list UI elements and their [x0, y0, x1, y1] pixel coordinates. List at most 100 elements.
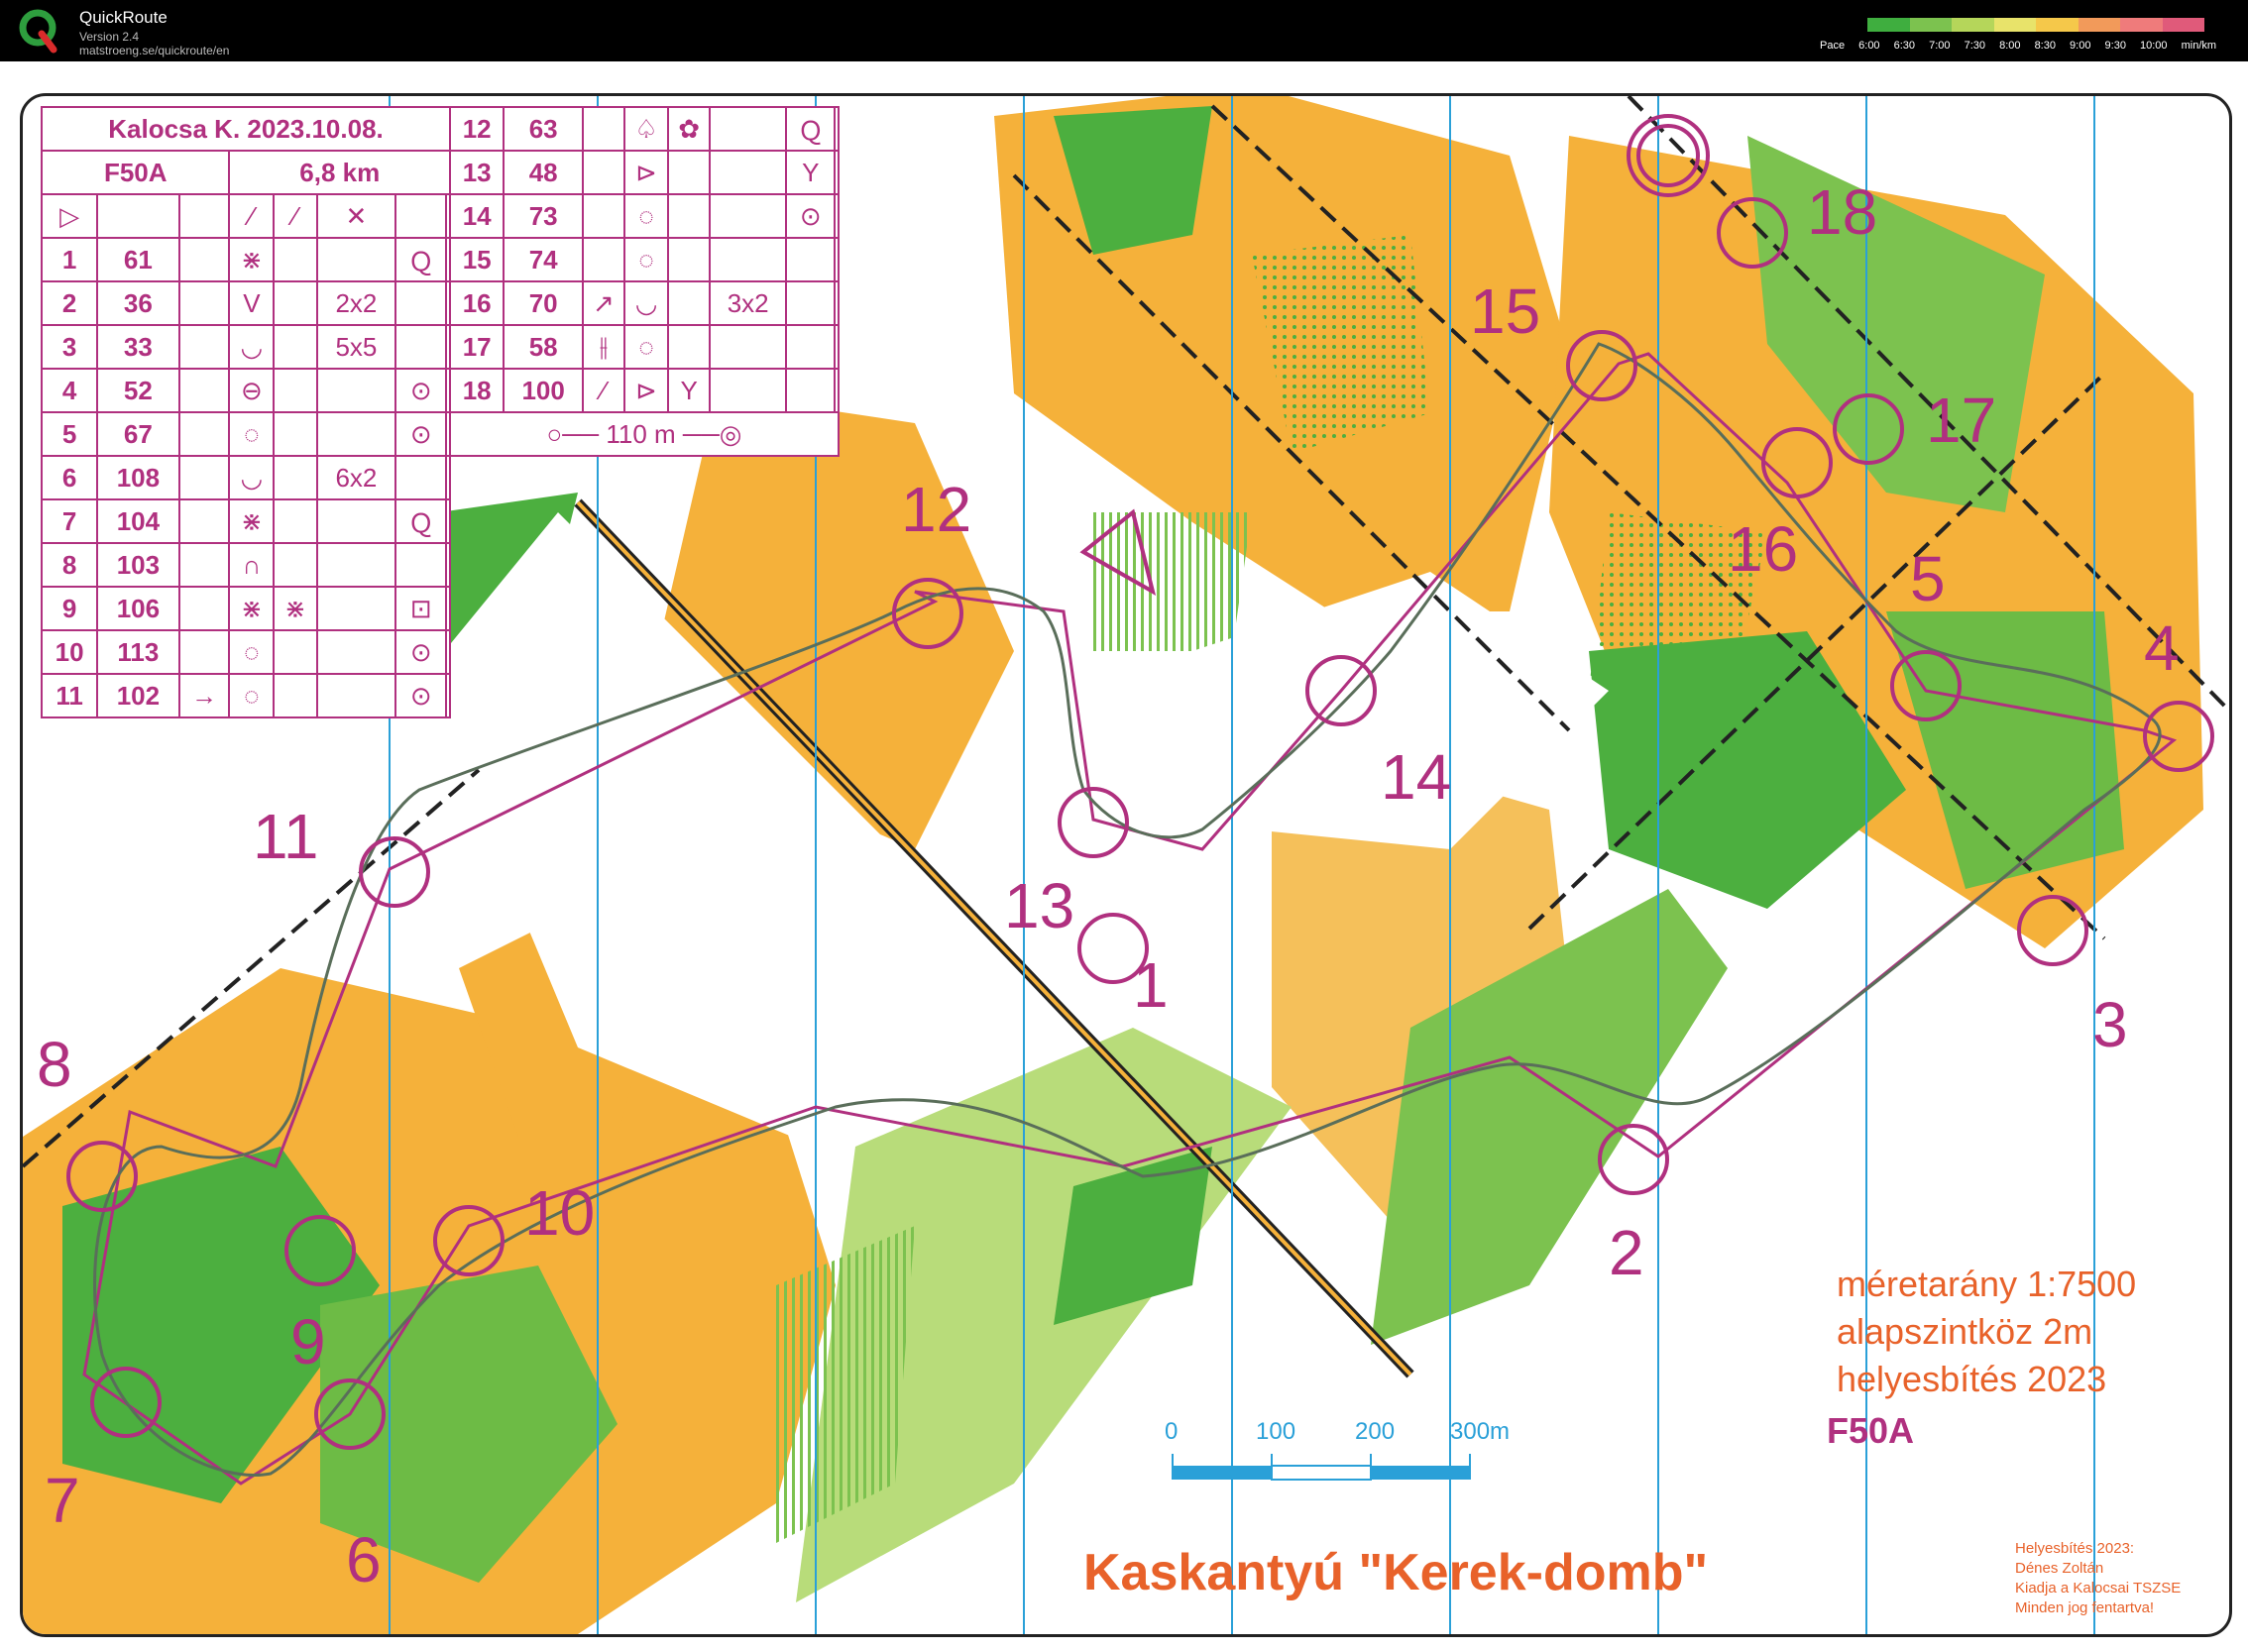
map-scale-text: méretarány 1:7500: [1837, 1264, 2137, 1304]
control-cell-f: 2x2: [315, 280, 397, 326]
event-name: Kalocsa K. 2023.10.08.: [41, 106, 451, 152]
control-label-7: 7: [45, 1465, 80, 1536]
control-row: 17 58 ⫲ ◌: [448, 324, 840, 370]
control-cell-f: [709, 193, 788, 239]
control-cell-g: [785, 368, 837, 413]
control-cell-code: 63: [503, 106, 585, 152]
pace-tick: 8:30: [2034, 40, 2056, 52]
control-row: 9 106 ⋇ ⋇ ⊡: [40, 586, 451, 631]
control-cell-num: 3: [40, 324, 99, 370]
control-row: 18 100 ⁄ ⊳ Y: [448, 368, 840, 413]
control-cell-num: 14: [448, 193, 506, 239]
control-cell-h: [445, 673, 451, 718]
map-course-text: F50A: [1827, 1410, 1915, 1451]
control-cell-f: [709, 324, 788, 370]
control-cell-d: [667, 280, 712, 326]
app-version: Version 2.4: [79, 30, 140, 44]
header-symbol: ✕: [315, 193, 397, 239]
control-cell-code: 67: [96, 411, 180, 457]
control-cell-num: 11: [40, 673, 99, 718]
control-label-15: 15: [1470, 275, 1541, 347]
finish-start-icon: ○──: [546, 418, 600, 449]
control-cell-g: [394, 324, 448, 370]
pace-color-segment: [1909, 18, 1952, 32]
control-row: 5 67 ◌ ⊙: [40, 411, 451, 457]
control-label-8: 8: [37, 1029, 72, 1100]
pace-tick: 9:30: [2104, 40, 2126, 52]
orienteering-map[interactable]: Kalocsa K. 2023.10.08. F50A 6,8 km ▷ ⁄ ⁄ …: [20, 93, 2232, 1637]
scale-tick-label: 100: [1256, 1418, 1296, 1445]
control-row: 15 74 ◌: [448, 237, 840, 282]
control-cell-h: [834, 150, 840, 195]
control-cell-b: [582, 150, 625, 195]
control-cell-f: [315, 586, 397, 631]
scale-tick-label: 200: [1355, 1418, 1396, 1445]
pace-label: Pace: [1820, 40, 1846, 52]
control-cell-code: 104: [96, 498, 180, 544]
control-cell-num: 7: [40, 498, 99, 544]
control-label-12: 12: [901, 474, 972, 545]
app-title: QuickRoute: [79, 8, 168, 27]
control-cell-d: [667, 193, 712, 239]
control-cell-g: [785, 324, 837, 370]
control-cell-c: ⋇: [228, 498, 276, 544]
control-cell-d: [273, 542, 318, 588]
pace-tick: 7:00: [1929, 40, 1951, 52]
control-cell-f: [709, 106, 788, 152]
control-cell-c: ♤: [622, 106, 670, 152]
control-cell-code: 100: [503, 368, 585, 413]
pace-color-segment: [2120, 18, 2163, 32]
control-cell-g: [394, 280, 448, 326]
pace-tick: 8:00: [1999, 40, 2021, 52]
control-cell-c: ⊳: [622, 368, 670, 413]
control-label-18: 18: [1807, 176, 1878, 248]
control-cell-h: [834, 368, 840, 413]
control-cell-c: ⋇: [228, 237, 276, 282]
pace-color-segment: [1993, 18, 2036, 32]
control-cell-num: 16: [448, 280, 506, 326]
credit-line: Helyesbítés 2023:: [2015, 1540, 2135, 1557]
control-cell-h: [834, 237, 840, 282]
control-label-14: 14: [1381, 741, 1452, 813]
control-cell-f: [315, 542, 397, 588]
control-cell-g: ⊙: [394, 673, 448, 718]
control-label-4: 4: [2144, 612, 2180, 684]
control-cell-d: ⋇: [273, 586, 318, 631]
control-cell-b: ↗: [582, 280, 625, 326]
control-cell-num: 4: [40, 368, 99, 413]
control-cell-f: 5x5: [315, 324, 397, 370]
control-cell-f: [315, 368, 397, 413]
control-cell-g: Y: [785, 150, 837, 195]
control-cell-code: 70: [503, 280, 585, 326]
control-cell-c: ⊳: [622, 150, 670, 195]
control-cell-c: ◌: [622, 237, 670, 282]
control-cell-c: ⋇: [228, 586, 276, 631]
header-symbol: ⁄: [273, 193, 318, 239]
credit-line: Dénes Zoltán: [2015, 1560, 2104, 1577]
control-row: 11 102 → ◌ ⊙: [40, 673, 451, 718]
control-cell-code: 102: [96, 673, 180, 718]
control-cell-d: [273, 324, 318, 370]
scale-bar: [1172, 1454, 1471, 1481]
control-cell-code: 61: [96, 237, 180, 282]
control-row: 10 113 ◌ ⊙: [40, 629, 451, 675]
pace-color-segment: [1867, 18, 1910, 32]
credit-line: Minden jog fentartva!: [2015, 1599, 2155, 1616]
app-url: matstroeng.se/quickroute/en: [79, 44, 230, 57]
control-cell-d: [667, 237, 712, 282]
control-cell-h: [834, 106, 840, 152]
control-cell-c: ◌: [622, 324, 670, 370]
control-cell-g: Ｑ: [394, 237, 448, 282]
control-cell-b: ⫲: [582, 324, 625, 370]
pace-color-segment: [2078, 18, 2120, 32]
control-cell-h: [445, 455, 451, 500]
control-cell-num: 10: [40, 629, 99, 675]
control-11: [359, 836, 430, 908]
control-cell-c: ◌: [228, 411, 276, 457]
quickroute-logo-icon: [19, 9, 57, 54]
control-label-2: 2: [1609, 1217, 1644, 1288]
control-cell-code: 108: [96, 455, 180, 500]
control-cell-num: 13: [448, 150, 506, 195]
control-cell-b: [177, 455, 231, 500]
pace-tick: 10:00: [2140, 40, 2168, 52]
